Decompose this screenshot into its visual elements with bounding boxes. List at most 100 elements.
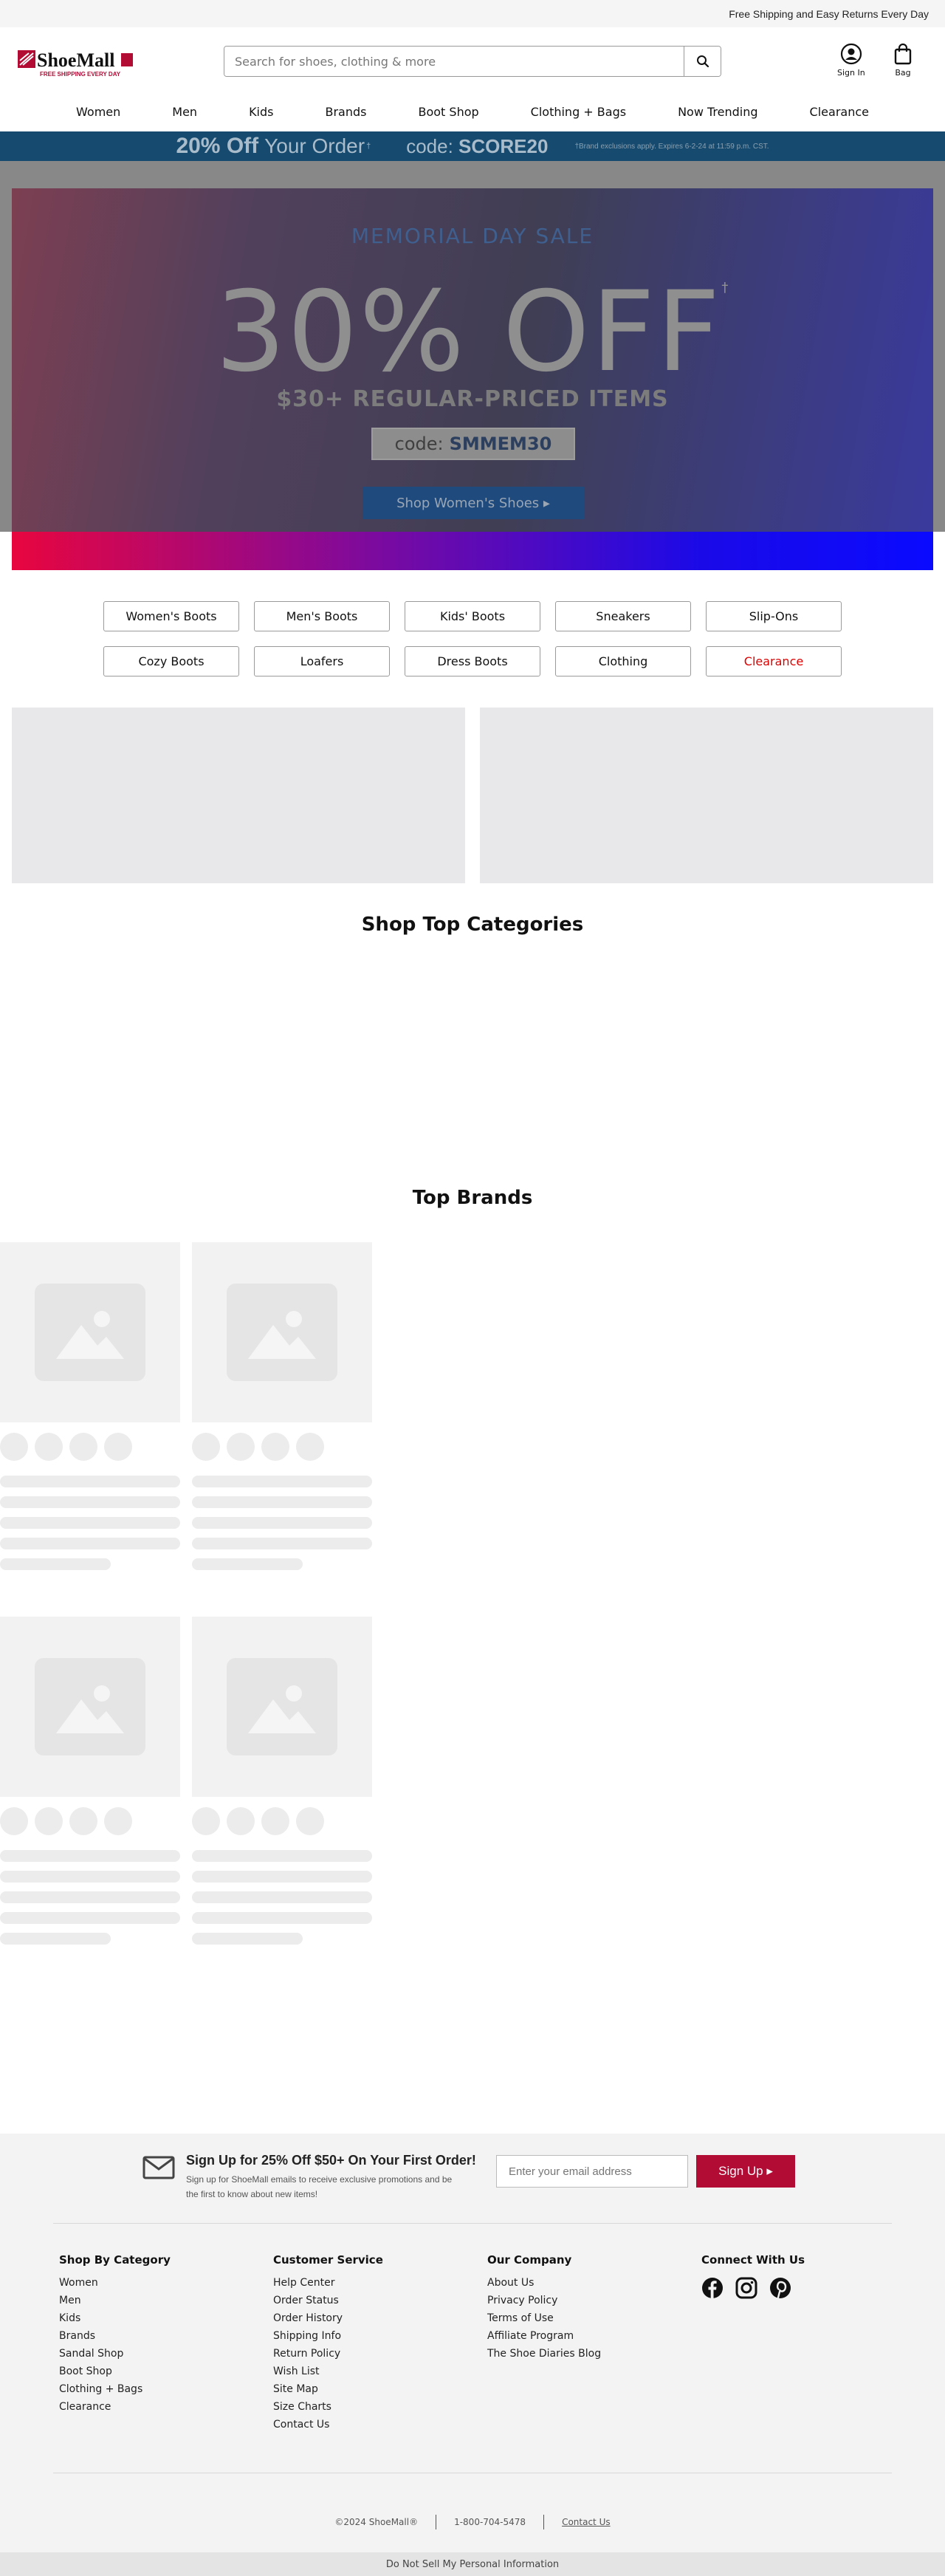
sign-in-button[interactable]: Sign In xyxy=(837,43,865,78)
image-placeholder-icon xyxy=(56,1311,124,1359)
text-line-placeholder xyxy=(192,1933,303,1945)
text-line-placeholder xyxy=(192,1558,303,1570)
social-links xyxy=(701,2277,805,2299)
product-image-placeholder xyxy=(192,1242,372,1422)
footer-col-shop-by-category: Shop By Category Women Men Kids Brands S… xyxy=(59,2253,171,2419)
text-line-placeholder xyxy=(192,1891,372,1903)
text-line-placeholder xyxy=(0,1558,111,1570)
promo-image-placeholder[interactable] xyxy=(480,708,933,883)
footer-link[interactable]: Affiliate Program xyxy=(487,2330,601,2342)
search-input[interactable] xyxy=(224,47,684,76)
text-line-placeholder xyxy=(0,1517,180,1529)
image-placeholder-icon xyxy=(248,1311,316,1359)
footer-col-title: Customer Service xyxy=(273,2253,383,2267)
promo-image-placeholder[interactable] xyxy=(12,708,465,883)
hero-cta-button[interactable]: Shop Women's Shoes ▸ xyxy=(362,487,584,519)
footer-col-customer-service: Customer Service Help Center Order Statu… xyxy=(273,2253,383,2436)
contact-us-link[interactable]: Contact Us xyxy=(562,2517,611,2527)
nav-men[interactable]: Men xyxy=(172,99,197,130)
footer-link[interactable]: Sandal Shop xyxy=(59,2348,171,2360)
category-pills: Women's Boots Men's Boots Kids' Boots Sn… xyxy=(103,601,842,676)
pill-dress-boots[interactable]: Dress Boots xyxy=(405,646,540,676)
shoemall-logo-icon: ShoeMall FREE SHIPPING EVERY DAY xyxy=(18,49,133,78)
email-input[interactable] xyxy=(496,2155,688,2188)
shopping-bag-icon xyxy=(894,43,912,65)
instagram-icon[interactable] xyxy=(735,2277,757,2299)
nav-women[interactable]: Women xyxy=(76,99,120,130)
hero-headline: 30% OFF† xyxy=(12,277,933,388)
sign-up-button[interactable]: Sign Up ▸ xyxy=(696,2155,795,2188)
pill-mens-boots[interactable]: Men's Boots xyxy=(254,601,390,631)
footer-link[interactable]: About Us xyxy=(487,2277,601,2289)
pill-loafers[interactable]: Loafers xyxy=(254,646,390,676)
footer-link[interactable]: Wish List xyxy=(273,2366,383,2377)
pinterest-icon[interactable] xyxy=(769,2277,791,2299)
footer-link[interactable]: Size Charts xyxy=(273,2401,383,2413)
footer-col-title: Our Company xyxy=(487,2253,572,2267)
promo-fine-print: †Brand exclusions apply. Expires 6-2-24 … xyxy=(574,142,769,151)
hero-gradient-bar xyxy=(12,532,933,570)
hero-eyebrow: MEMORIAL DAY SALE xyxy=(351,224,594,248)
footer-link[interactable]: Clothing + Bags xyxy=(59,2383,171,2395)
text-line-placeholder xyxy=(192,1871,372,1883)
bag-label: Bag xyxy=(895,68,911,78)
pill-clearance[interactable]: Clearance xyxy=(706,646,842,676)
footer-link[interactable]: Order History xyxy=(273,2312,383,2324)
phone-number[interactable]: 1-800-704-5478 xyxy=(454,2517,526,2527)
text-line-placeholder xyxy=(0,1912,180,1924)
do-not-sell-link[interactable]: Do Not Sell My Personal Information xyxy=(0,2552,945,2576)
nav-kids[interactable]: Kids xyxy=(249,99,273,130)
footer-link[interactable]: Boot Shop xyxy=(59,2366,171,2377)
hero-code-value: SMMEM30 xyxy=(449,434,552,454)
footer-link[interactable]: Women xyxy=(59,2277,171,2289)
footer-link[interactable]: Terms of Use xyxy=(487,2312,601,2324)
footer-link[interactable]: Kids xyxy=(59,2312,171,2324)
sign-in-label: Sign In xyxy=(837,68,865,78)
promo-text: Your Order xyxy=(264,134,365,157)
pill-clothing[interactable]: Clothing xyxy=(555,646,691,676)
shipping-banner: Free Shipping and Easy Returns Every Day xyxy=(0,0,945,27)
pill-kids-boots[interactable]: Kids' Boots xyxy=(405,601,540,631)
footer-link[interactable]: Brands xyxy=(59,2330,171,2342)
nav-brands[interactable]: Brands xyxy=(326,99,367,130)
footer-link[interactable]: Site Map xyxy=(273,2383,383,2395)
facebook-icon[interactable] xyxy=(701,2277,724,2299)
text-line-placeholder xyxy=(192,1850,372,1862)
pill-sneakers[interactable]: Sneakers xyxy=(555,601,691,631)
product-image-placeholder xyxy=(0,1242,180,1422)
nav-now-trending[interactable]: Now Trending xyxy=(678,99,757,130)
shoemall-logo[interactable]: ShoeMall FREE SHIPPING EVERY DAY xyxy=(18,47,133,80)
pill-cozy-boots[interactable]: Cozy Boots xyxy=(103,646,239,676)
footer-link[interactable]: Return Policy xyxy=(273,2348,383,2360)
svg-text:ShoeMall: ShoeMall xyxy=(37,49,114,71)
search-button[interactable] xyxy=(684,47,721,76)
shipping-banner-text: Free Shipping and Easy Returns Every Day xyxy=(729,7,929,20)
footer-link[interactable]: Clearance xyxy=(59,2401,171,2413)
footer-link[interactable]: Shipping Info xyxy=(273,2330,383,2342)
hero-subheadline: $30+ REGULAR-PRICED ITEMS xyxy=(276,386,669,412)
promo-code: code: SCORE20 xyxy=(406,135,548,158)
footer-col-connect: Connect With Us xyxy=(701,2253,805,2299)
search-icon xyxy=(696,55,709,68)
bag-button[interactable]: Bag xyxy=(893,43,913,78)
pill-womens-boots[interactable]: Women's Boots xyxy=(103,601,239,631)
footer-legal: ©2024 ShoeMall® 1-800-704-5478 Contact U… xyxy=(0,2515,945,2529)
promo-code-value: SCORE20 xyxy=(458,134,549,157)
pill-slip-ons[interactable]: Slip-Ons xyxy=(706,601,842,631)
footer-link[interactable]: Order Status xyxy=(273,2295,383,2306)
nav-boot-shop[interactable]: Boot Shop xyxy=(419,99,479,130)
footer-link[interactable]: Help Center xyxy=(273,2277,383,2289)
hero-banner[interactable]: MEMORIAL DAY SALE 30% OFF† $30+ REGULAR-… xyxy=(12,188,933,570)
text-line-placeholder xyxy=(192,1476,372,1487)
user-icon xyxy=(840,43,862,65)
text-line-placeholder xyxy=(0,1871,180,1883)
nav-clearance[interactable]: Clearance xyxy=(810,99,869,130)
product-card-skeleton xyxy=(0,1617,180,1945)
footer-link[interactable]: Privacy Policy xyxy=(487,2295,601,2306)
promo-strip[interactable]: 20% Off Your Order † code: SCORE20 †Bran… xyxy=(0,131,945,161)
footer-link[interactable]: The Shoe Diaries Blog xyxy=(487,2348,601,2360)
promo-dagger: † xyxy=(366,142,371,151)
nav-clothing-bags[interactable]: Clothing + Bags xyxy=(531,99,626,130)
footer-link[interactable]: Contact Us xyxy=(273,2419,383,2431)
footer-link[interactable]: Men xyxy=(59,2295,171,2306)
